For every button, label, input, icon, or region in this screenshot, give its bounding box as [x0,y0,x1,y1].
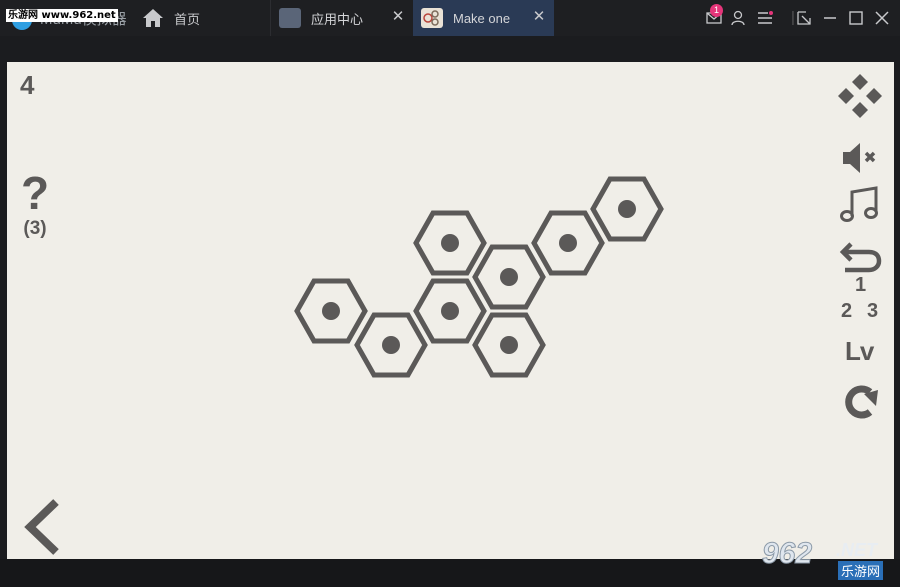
undo-icon[interactable] [839,238,883,274]
hex-tile[interactable] [294,278,368,344]
move-arrows-icon[interactable] [835,72,885,120]
make-one-app-icon [421,8,443,28]
app-store-icon [279,8,301,28]
hex-tile[interactable] [531,210,605,276]
snap-icon[interactable] [794,8,814,28]
watermark-cn: 乐游网 [838,561,884,580]
home-label: 首页 [174,11,201,27]
restart-icon[interactable] [840,382,880,422]
app-logo: MuMu模拟器 乐游网 www.962.net [6,6,130,30]
watermark-number: 962 [761,537,813,571]
hex-tile[interactable] [413,278,487,344]
title-bar: MuMu模拟器 乐游网 www.962.net 首页 应用中心 ✕ Make o… [0,0,900,36]
home-tab[interactable]: 首页 [142,0,262,36]
maximize-icon[interactable] [846,8,866,28]
hex-tile[interactable] [472,312,546,378]
hex-tile[interactable] [413,210,487,276]
music-icon[interactable] [840,186,880,224]
game-screen: 4 ? (3) 1 2 3 Lv [7,62,894,559]
hex-tile[interactable] [472,244,546,310]
order-numbers-icon[interactable]: 1 2 3 [840,274,884,324]
minimize-icon[interactable] [820,8,840,28]
sound-muted-icon[interactable] [840,140,880,176]
site-watermark: 962 .NET 乐游网 [760,537,895,581]
close-icon[interactable]: ✕ [391,9,405,24]
close-icon[interactable]: ✕ [532,9,546,24]
user-icon[interactable] [728,8,748,28]
level-select-button[interactable]: Lv [845,336,874,367]
logo-stamp: 乐游网 www.962.net [6,9,118,22]
tab-label: 应用中心 [311,11,364,27]
watermark-net: .NET [836,540,878,560]
order-digit: 1 [855,274,867,296]
menu-icon[interactable] [755,8,775,28]
home-icon [143,9,163,27]
order-digit: 3 [867,300,879,322]
hex-tile[interactable] [354,312,428,378]
tab-make-one[interactable]: Make one ✕ [413,0,554,36]
tab-app-center[interactable]: 应用中心 ✕ [270,0,413,36]
order-digit: 2 [841,300,853,322]
hex-tile[interactable] [590,176,664,242]
puzzle-board [294,176,664,378]
tab-label: Make one [453,10,511,26]
mail-badge: 1 [710,4,723,17]
close-window-icon[interactable] [872,8,892,28]
